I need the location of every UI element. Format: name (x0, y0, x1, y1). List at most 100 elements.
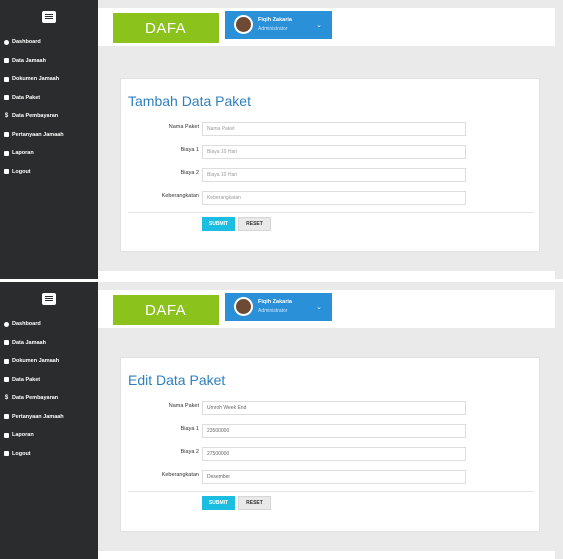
brand-logo[interactable]: DAFA (113, 295, 219, 325)
page-title: Tambah Data Paket (128, 93, 251, 109)
form-row-biaya-2: Biaya 2 Biaya 10 Hari (121, 168, 541, 183)
users-icon (4, 340, 9, 346)
sidebar-item-label: Data Pembayaran (12, 113, 59, 120)
form-divider (128, 491, 534, 492)
keberangkatan-input[interactable]: Desember (202, 470, 466, 484)
form-row-keberangkatan: Keberangkatan Desember (121, 470, 541, 485)
brand-logo[interactable]: DAFA (113, 13, 219, 43)
keberangkatan-label: Keberangkatan (161, 193, 199, 199)
sidebar-header (0, 0, 98, 33)
sidebar-item-label: Logout (12, 168, 31, 175)
form-row-nama-paket: Nama Paket Umroh Week End (121, 401, 541, 416)
user-name: Fiqih Zakaria (258, 17, 292, 23)
sidebar-item-label: Data Jamaah (12, 57, 46, 64)
keberangkatan-input[interactable]: Keberangkatan (202, 191, 466, 205)
form-row-keberangkatan: Keberangkatan Keberangkatan (121, 191, 541, 206)
form-row-biaya-2: Biaya 2 27500000 (121, 447, 541, 462)
sidebar-item-label: Logout (12, 450, 31, 457)
mail-icon (4, 132, 9, 138)
sidebar-item-label: Data Paket (12, 94, 41, 101)
sidebar-item-label: Dokumen Jamaah (12, 76, 60, 83)
chevron-down-icon: ⌄ (316, 22, 322, 29)
sidebar-item-dashboard[interactable]: Dashboard (0, 33, 98, 52)
logout-icon (4, 451, 9, 457)
sidebar-item-dokumen-jamaah[interactable]: Dokumen Jamaah (0, 70, 98, 89)
sidebar-item-logout[interactable]: Logout (0, 163, 98, 182)
logout-icon (4, 169, 9, 175)
dollar-icon: $ (4, 394, 9, 401)
sidebar-item-label: Dashboard (12, 321, 41, 328)
user-role: Administrator (258, 26, 288, 32)
form-row-biaya-1: Biaya 1 Biaya 10 Hari (121, 145, 541, 160)
sidebar-header (0, 282, 98, 315)
reset-button[interactable]: RESET (238, 217, 271, 231)
biaya-1-input[interactable]: 23500000 (202, 424, 466, 438)
sidebar-item-data-jamaah[interactable]: Data Jamaah (0, 52, 98, 71)
sidebar-item-label: Laporan (12, 432, 34, 439)
biaya-1-label: Biaya 1 (180, 147, 199, 153)
sidebar-item-data-pembayaran[interactable]: $ Data Pembayaran (0, 389, 98, 408)
sidebar-item-label: Data Jamaah (12, 339, 46, 346)
sidebar-item-dokumen-jamaah[interactable]: Dokumen Jamaah (0, 352, 98, 371)
user-menu[interactable]: Fiqih Zakaria Administrator ⌄ (225, 293, 332, 321)
sidebar-item-label: Data Pembayaran (12, 395, 59, 402)
user-menu[interactable]: Fiqih Zakaria Administrator ⌄ (225, 11, 332, 39)
sidebar-item-label: Laporan (12, 150, 34, 157)
sidebar-item-data-jamaah[interactable]: Data Jamaah (0, 334, 98, 353)
mail-icon (4, 414, 9, 420)
add-paket-screen: Dashboard Data Jamaah Dokumen Jamaah Dat… (0, 0, 563, 279)
biaya-1-input[interactable]: Biaya 10 Hari (202, 145, 466, 159)
user-name: Fiqih Zakaria (258, 299, 292, 305)
menu-icon[interactable] (42, 10, 56, 23)
sidebar-item-logout[interactable]: Logout (0, 445, 98, 464)
user-role: Administrator (258, 308, 288, 314)
top-navbar: DAFA Fiqih Zakaria Administrator ⌄ (98, 8, 555, 46)
sidebar-item-data-pembayaran[interactable]: $ Data Pembayaran (0, 107, 98, 126)
menu-icon[interactable] (42, 292, 56, 305)
avatar (234, 15, 253, 34)
sidebar-item-dashboard[interactable]: Dashboard (0, 315, 98, 334)
users-icon (4, 58, 9, 64)
biaya-2-input[interactable]: 27500000 (202, 447, 466, 461)
dashboard-icon (4, 39, 9, 45)
sidebar-item-label: Pertanyaan Jamaah (12, 131, 64, 138)
form-row-biaya-1: Biaya 1 23500000 (121, 424, 541, 439)
document-icon (4, 76, 9, 82)
top-navbar: DAFA Fiqih Zakaria Administrator ⌄ (98, 290, 555, 328)
edit-paket-screen: Dashboard Data Jamaah Dokumen Jamaah Dat… (0, 282, 563, 559)
nama-paket-label: Nama Paket (168, 403, 199, 409)
footer-strip (98, 551, 555, 559)
nama-paket-input[interactable]: Nama Paket (202, 122, 466, 136)
keberangkatan-label: Keberangkatan (161, 472, 199, 478)
sidebar-item-data-paket[interactable]: Data Paket (0, 371, 98, 390)
sidebar-item-label: Dashboard (12, 39, 41, 46)
dollar-icon: $ (4, 112, 9, 119)
submit-button[interactable]: SUBMIT (202, 496, 235, 510)
biaya-2-label: Biaya 2 (180, 170, 199, 176)
package-icon (4, 95, 9, 101)
form-divider (128, 212, 534, 213)
sidebar-item-laporan[interactable]: Laporan (0, 144, 98, 163)
sidebar-item-label: Pertanyaan Jamaah (12, 413, 64, 420)
nama-paket-label: Nama Paket (168, 124, 199, 130)
add-paket-panel: Tambah Data Paket Nama Paket Nama Paket … (120, 78, 540, 252)
nama-paket-input[interactable]: Umroh Week End (202, 401, 466, 415)
sidebar-item-laporan[interactable]: Laporan (0, 426, 98, 445)
submit-button[interactable]: SUBMIT (202, 217, 235, 231)
dashboard-icon (4, 321, 9, 327)
biaya-2-input[interactable]: Biaya 10 Hari (202, 168, 466, 182)
sidebar-item-pertanyaan-jamaah[interactable]: Pertanyaan Jamaah (0, 408, 98, 427)
sidebar-item-label: Dokumen Jamaah (12, 358, 60, 365)
biaya-2-label: Biaya 2 (180, 449, 199, 455)
package-icon (4, 377, 9, 383)
chevron-down-icon: ⌄ (316, 304, 322, 311)
sidebar: Dashboard Data Jamaah Dokumen Jamaah Dat… (0, 282, 98, 559)
avatar (234, 297, 253, 316)
report-icon (4, 150, 9, 156)
biaya-1-label: Biaya 1 (180, 426, 199, 432)
reset-button[interactable]: RESET (238, 496, 271, 510)
footer-strip (98, 271, 555, 279)
sidebar-item-data-paket[interactable]: Data Paket (0, 89, 98, 108)
sidebar-item-pertanyaan-jamaah[interactable]: Pertanyaan Jamaah (0, 126, 98, 145)
sidebar: Dashboard Data Jamaah Dokumen Jamaah Dat… (0, 0, 98, 279)
